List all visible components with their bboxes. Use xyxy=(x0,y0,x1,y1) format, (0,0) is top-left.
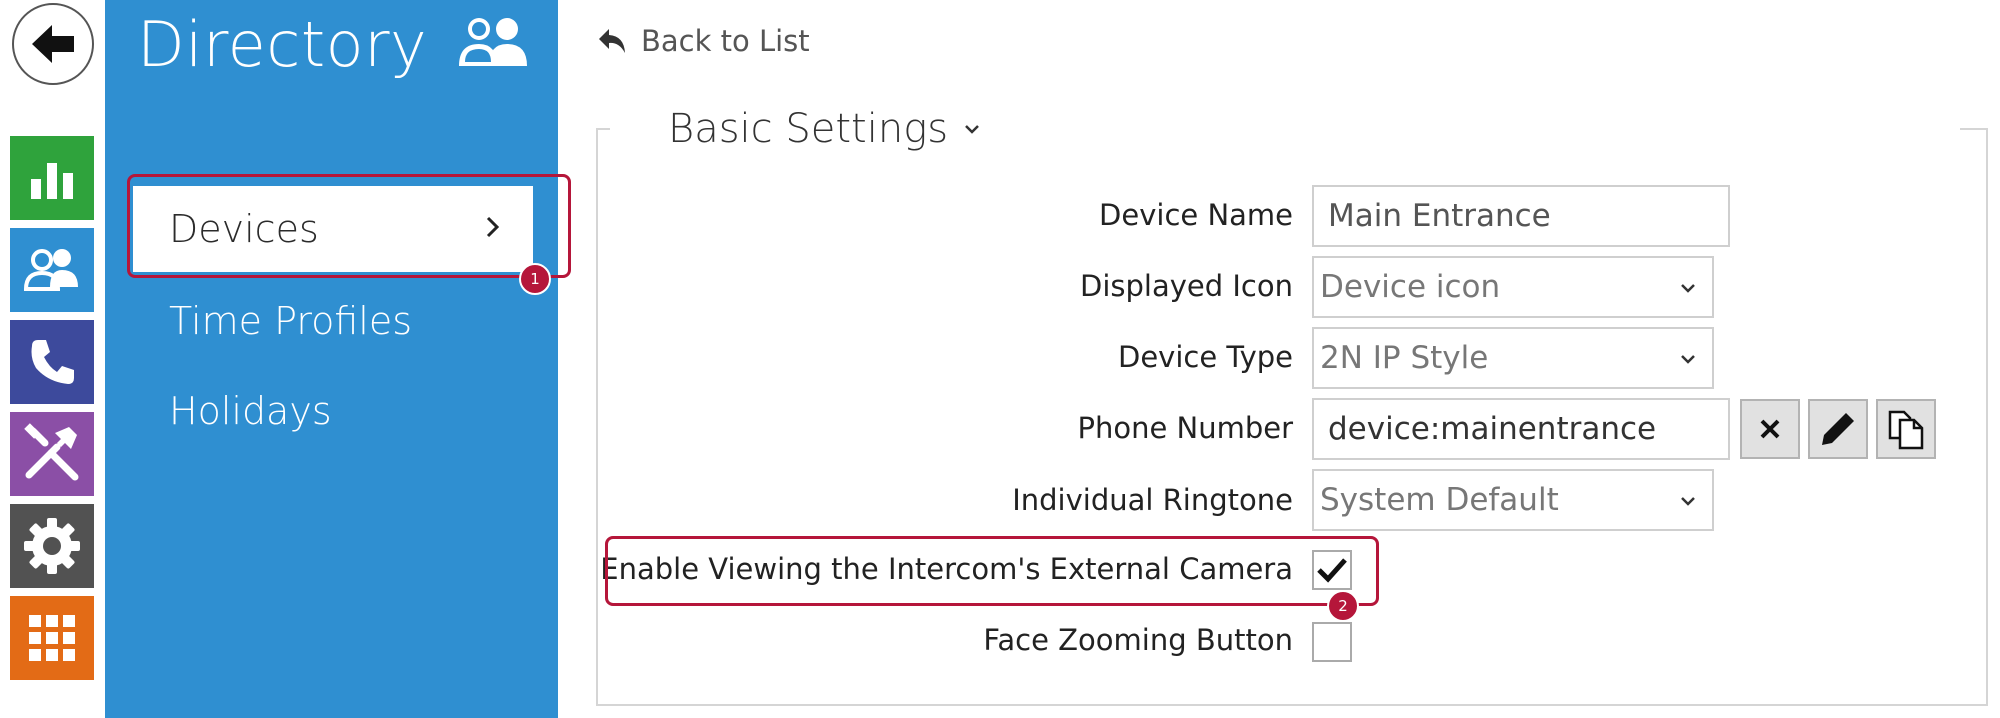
device-name-input[interactable]: Main Entrance xyxy=(1312,185,1730,247)
menu-item-holidays[interactable]: Holidays xyxy=(133,368,533,454)
calls-nav-button[interactable] xyxy=(10,320,94,404)
icon-rail xyxy=(0,0,105,718)
settings-nav-button[interactable] xyxy=(10,504,94,588)
tools-icon xyxy=(24,423,79,481)
phone-number-label: Phone Number xyxy=(1077,411,1293,445)
chevron-down-icon xyxy=(1681,284,1695,293)
displayed-icon-value: Device icon xyxy=(1320,269,1501,305)
phone-number-input[interactable]: device:mainentrance xyxy=(1312,398,1730,460)
directory-nav-button[interactable] xyxy=(10,228,94,312)
device-type-value: 2N IP Style xyxy=(1320,340,1489,376)
arrow-left-icon xyxy=(32,25,74,63)
ringtone-select[interactable]: System Default xyxy=(1312,469,1714,531)
menu-item-label: Time Profiles xyxy=(169,299,413,343)
hardware-nav-button[interactable] xyxy=(10,412,94,496)
chevron-down-icon xyxy=(1681,355,1695,364)
close-icon xyxy=(1760,419,1780,439)
displayed-icon-select[interactable]: Device icon xyxy=(1312,256,1714,318)
face-zoom-label: Face Zooming Button xyxy=(983,623,1293,657)
device-type-select[interactable]: 2N IP Style xyxy=(1312,327,1714,389)
gear-icon xyxy=(24,518,80,574)
services-nav-button[interactable] xyxy=(10,596,94,680)
status-nav-button[interactable] xyxy=(10,136,94,220)
back-to-list-label: Back to List xyxy=(641,24,810,58)
ringtone-label: Individual Ringtone xyxy=(1012,483,1293,517)
menu-item-time-profiles[interactable]: Time Profiles xyxy=(133,278,533,364)
grid-icon xyxy=(29,615,75,661)
section-title-label: Basic Settings xyxy=(668,106,949,152)
back-button[interactable] xyxy=(12,3,94,85)
edit-button[interactable] xyxy=(1808,399,1868,459)
annotation-badge-1: 1 xyxy=(519,263,551,295)
annotation-box-external-camera xyxy=(605,536,1379,606)
panel-title: Directory xyxy=(137,8,428,81)
chevron-down-icon xyxy=(1681,497,1695,506)
clear-button[interactable] xyxy=(1740,399,1800,459)
directory-panel: Directory Devices Time Profiles Holidays xyxy=(105,0,558,718)
users-icon xyxy=(457,14,529,74)
annotation-badge-2: 2 xyxy=(1327,590,1359,622)
menu-item-label: Holidays xyxy=(169,389,332,433)
chevron-down-icon xyxy=(965,125,979,134)
displayed-icon-label: Displayed Icon xyxy=(1080,269,1293,303)
copy-button[interactable] xyxy=(1876,399,1936,459)
bar-chart-icon xyxy=(31,163,73,199)
device-name-label: Device Name xyxy=(1099,198,1293,232)
face-zoom-checkbox[interactable] xyxy=(1312,622,1352,662)
ringtone-value: System Default xyxy=(1320,482,1559,518)
section-title[interactable]: Basic Settings xyxy=(662,106,987,152)
pencil-icon xyxy=(1822,413,1854,445)
copy-icon xyxy=(1888,410,1924,450)
back-to-list-link[interactable]: Back to List xyxy=(597,24,810,58)
users-icon xyxy=(23,249,78,291)
reply-arrow-icon xyxy=(599,29,625,53)
phone-icon xyxy=(31,340,74,384)
annotation-box-devices xyxy=(127,174,571,278)
device-type-label: Device Type xyxy=(1117,340,1293,374)
